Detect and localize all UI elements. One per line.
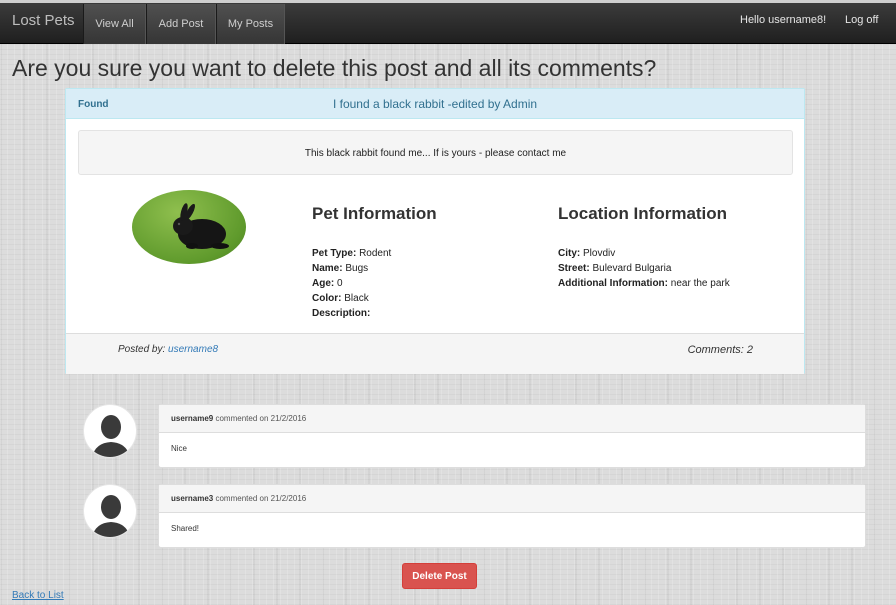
pet-description-label: Description: xyxy=(312,308,371,319)
comment-header: username3 commented on 21/2/2016 xyxy=(159,485,865,513)
additional-info-value: near the park xyxy=(670,278,730,289)
additional-info-label: Additional Information: xyxy=(558,278,668,289)
avatar xyxy=(83,404,137,458)
post-header: Found I found a black rabbit -edited by … xyxy=(66,89,804,119)
location-info-list: City: Plovdiv Street: Bulevard Bulgaria … xyxy=(558,246,730,291)
author-link[interactable]: username8 xyxy=(168,344,218,355)
nav-add-post[interactable]: Add Post xyxy=(146,4,216,44)
comments-count: Comments: 2 xyxy=(687,344,753,356)
pet-photo xyxy=(132,190,246,264)
city-label: City: xyxy=(558,248,581,259)
pet-color-label: Color: xyxy=(312,293,342,304)
pet-color-value: Black xyxy=(344,293,369,304)
post-footer: Posted by: username8 Comments: 2 xyxy=(66,333,804,374)
pet-age-label: Age: xyxy=(312,278,335,289)
location-info-heading: Location Information xyxy=(558,204,728,223)
city-value: Plovdiv xyxy=(583,248,616,259)
pet-name-value: Bugs xyxy=(345,263,369,274)
pet-name-label: Name: xyxy=(312,263,343,274)
user-silhouette-icon xyxy=(92,495,130,537)
comment-card: username9 commented on 21/2/2016 Nice xyxy=(158,404,866,468)
avatar xyxy=(83,484,137,538)
pet-info-heading: Pet Information xyxy=(312,204,437,223)
pet-type-label: Pet Type: xyxy=(312,248,357,259)
nav-my-posts[interactable]: My Posts xyxy=(216,4,285,44)
nav-view-all[interactable]: View All xyxy=(83,4,146,44)
delete-post-button[interactable]: Delete Post xyxy=(402,563,477,589)
rabbit-image xyxy=(173,203,229,249)
comment-meta: commented on 21/2/2016 xyxy=(215,494,307,503)
navbar: Lost Pets View All Add Post My Posts Hel… xyxy=(0,0,896,44)
comment-card: username3 commented on 21/2/2016 Shared! xyxy=(158,484,866,548)
post-description: This black rabbit found me... If is your… xyxy=(78,130,793,175)
comment-meta: commented on 21/2/2016 xyxy=(215,414,307,423)
comment-text: Nice xyxy=(171,444,188,453)
comment-text: Shared! xyxy=(171,524,200,533)
user-silhouette-icon xyxy=(92,415,130,457)
pet-age-value: 0 xyxy=(337,278,343,289)
logoff-link[interactable]: Log off xyxy=(845,14,878,26)
user-greeting[interactable]: Hello username8! xyxy=(740,14,826,26)
comment-header: username9 commented on 21/2/2016 xyxy=(159,405,865,433)
brand-link[interactable]: Lost Pets xyxy=(12,12,75,29)
pet-type-value: Rodent xyxy=(359,248,392,259)
comment-author: username9 xyxy=(171,414,214,423)
posted-by-label: Posted by: xyxy=(118,344,166,355)
post-panel: Found I found a black rabbit -edited by … xyxy=(65,88,805,374)
street-value: Bulevard Bulgaria xyxy=(592,263,672,274)
pet-info-list: Pet Type: Rodent Name: Bugs Age: 0 Color… xyxy=(312,246,391,321)
page-title: Are you sure you want to delete this pos… xyxy=(12,55,657,81)
comment-author: username3 xyxy=(171,494,214,503)
back-to-list-link[interactable]: Back to List xyxy=(12,590,64,601)
street-label: Street: xyxy=(558,263,590,274)
posted-by: Posted by: username8 xyxy=(118,344,218,355)
post-title: I found a black rabbit -edited by Admin xyxy=(332,97,538,111)
